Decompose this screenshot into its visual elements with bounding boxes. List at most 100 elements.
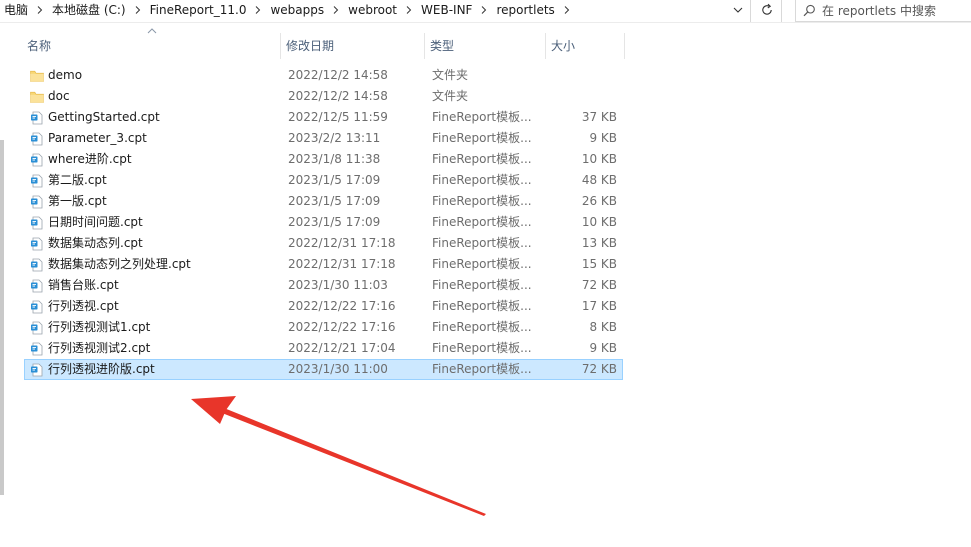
address-history-dropdown[interactable] (727, 0, 749, 20)
file-row[interactable]: doc 2022/12/2 14:58 文件夹 (24, 86, 623, 107)
file-type: FineReport模板... (432, 131, 532, 145)
cpt-file-icon (31, 258, 43, 272)
file-row[interactable]: 行列透视测试1.cpt 2022/12/22 17:16 FineReport模… (24, 317, 623, 338)
address-divider (750, 0, 751, 22)
file-type: 文件夹 (432, 68, 469, 82)
column-header-type[interactable]: 类型 (425, 33, 546, 59)
folder-icon (30, 70, 44, 82)
file-size: 17 KB (581, 299, 617, 313)
cpt-file-icon (31, 174, 43, 188)
breadcrumb-item[interactable]: 本地磁盘 (C:) (48, 0, 130, 20)
file-row[interactable]: 数据集动态列之列处理.cpt 2022/12/31 17:18 FineRepo… (24, 254, 623, 275)
breadcrumb-item[interactable]: webroot (344, 0, 401, 20)
refresh-icon (762, 3, 772, 15)
file-date: 2022/12/5 11:59 (288, 110, 388, 124)
file-name: doc (48, 89, 70, 103)
cpt-file-icon (31, 321, 43, 335)
breadcrumb-item[interactable]: WEB-INF (417, 0, 476, 20)
breadcrumb-item[interactable]: webapps (266, 0, 328, 20)
file-name: 销售台账.cpt (48, 278, 119, 292)
chevron-down-icon (733, 7, 743, 13)
file-date: 2023/1/5 17:09 (288, 194, 381, 208)
file-type: FineReport模板... (432, 320, 532, 334)
chevron-right-icon[interactable] (32, 0, 48, 20)
file-row-selected[interactable]: 行列透视进阶版.cpt 2023/1/30 11:00 FineReport模板… (24, 359, 623, 380)
file-date: 2022/12/2 14:58 (288, 68, 388, 82)
file-row[interactable]: 日期时间问题.cpt 2023/1/5 17:09 FineReport模板..… (24, 212, 623, 233)
file-row[interactable]: where进阶.cpt 2023/1/8 11:38 FineReport模板.… (24, 149, 623, 170)
file-row[interactable]: Parameter_3.cpt 2023/2/2 13:11 FineRepor… (24, 128, 623, 149)
file-type: FineReport模板... (432, 173, 532, 187)
chevron-right-icon[interactable] (559, 0, 575, 20)
file-row[interactable]: 数据集动态列.cpt 2022/12/31 17:18 FineReport模板… (24, 233, 623, 254)
cpt-file-icon (31, 216, 43, 230)
file-row[interactable]: 销售台账.cpt 2023/1/30 11:03 FineReport模板...… (24, 275, 623, 296)
file-date: 2022/12/2 14:58 (288, 89, 388, 103)
file-size: 9 KB (589, 341, 617, 355)
file-date: 2022/12/21 17:04 (288, 341, 396, 355)
file-type: FineReport模板... (432, 236, 532, 250)
file-name: GettingStarted.cpt (48, 110, 160, 124)
file-date: 2023/1/30 11:03 (288, 278, 388, 292)
refresh-button[interactable] (754, 0, 780, 20)
file-row[interactable]: GettingStarted.cpt 2022/12/5 11:59 FineR… (24, 107, 623, 128)
column-header-name[interactable]: 名称 (22, 33, 281, 59)
file-date: 2022/12/22 17:16 (288, 299, 396, 313)
breadcrumb-item[interactable]: 电脑 (0, 0, 32, 20)
cpt-file-icon (31, 195, 43, 209)
column-header-date[interactable]: 修改日期 (281, 33, 425, 59)
navigation-pane-scrollbar[interactable] (0, 140, 4, 495)
file-date: 2022/12/31 17:18 (288, 236, 396, 250)
file-size: 10 KB (581, 152, 617, 166)
file-row[interactable]: 第一版.cpt 2023/1/5 17:09 FineReport模板... 2… (24, 191, 623, 212)
file-name: 行列透视.cpt (48, 299, 119, 313)
breadcrumb-item[interactable]: reportlets (492, 0, 558, 20)
file-size: 13 KB (581, 236, 617, 250)
file-size: 72 KB (581, 362, 617, 376)
column-headers: 名称 修改日期 类型 大小 (22, 33, 625, 59)
cpt-file-icon (31, 363, 43, 377)
breadcrumb-item[interactable]: FineReport_11.0 (146, 0, 251, 20)
file-size: 9 KB (589, 131, 617, 145)
file-name: Parameter_3.cpt (48, 131, 147, 145)
file-size: 10 KB (581, 215, 617, 229)
cpt-file-icon (31, 279, 43, 293)
chevron-right-icon[interactable] (250, 0, 266, 20)
search-box[interactable] (795, 0, 971, 22)
file-size: 37 KB (581, 110, 617, 124)
file-name: 数据集动态列之列处理.cpt (48, 257, 191, 271)
chevron-right-icon[interactable] (476, 0, 492, 20)
chevron-right-icon[interactable] (401, 0, 417, 20)
cpt-file-icon (31, 132, 43, 146)
file-name: 第二版.cpt (48, 173, 107, 187)
file-type: FineReport模板... (432, 257, 532, 271)
file-size: 15 KB (581, 257, 617, 271)
file-type: FineReport模板... (432, 110, 532, 124)
file-date: 2022/12/31 17:18 (288, 257, 396, 271)
file-name: 日期时间问题.cpt (48, 215, 143, 229)
breadcrumb[interactable]: 电脑 本地磁盘 (C:) FineReport_11.0 webapps web… (0, 0, 727, 20)
file-name: 第一版.cpt (48, 194, 107, 208)
file-type: FineReport模板... (432, 194, 532, 208)
file-row[interactable]: 第二版.cpt 2023/1/5 17:09 FineReport模板... 4… (24, 170, 623, 191)
file-date: 2022/12/22 17:16 (288, 320, 396, 334)
folder-icon (30, 91, 44, 103)
cpt-file-icon (31, 237, 43, 251)
search-input[interactable] (822, 3, 962, 18)
file-row[interactable]: 行列透视测试2.cpt 2022/12/21 17:04 FineReport模… (24, 338, 623, 359)
file-type: FineReport模板... (432, 215, 532, 229)
cpt-file-icon (31, 342, 43, 356)
address-divider (781, 0, 782, 22)
file-type: 文件夹 (432, 89, 469, 103)
file-date: 2023/1/5 17:09 (288, 173, 381, 187)
file-date: 2023/1/8 11:38 (288, 152, 381, 166)
chevron-right-icon[interactable] (328, 0, 344, 20)
file-row[interactable]: demo 2022/12/2 14:58 文件夹 (24, 65, 623, 86)
file-date: 2023/1/30 11:00 (288, 362, 388, 376)
column-header-size[interactable]: 大小 (546, 33, 625, 59)
file-size: 48 KB (581, 173, 617, 187)
file-date: 2023/2/2 13:11 (288, 131, 381, 145)
file-row[interactable]: 行列透视.cpt 2022/12/22 17:16 FineReport模板..… (24, 296, 623, 317)
file-name: 数据集动态列.cpt (48, 236, 143, 250)
chevron-right-icon[interactable] (130, 0, 146, 20)
